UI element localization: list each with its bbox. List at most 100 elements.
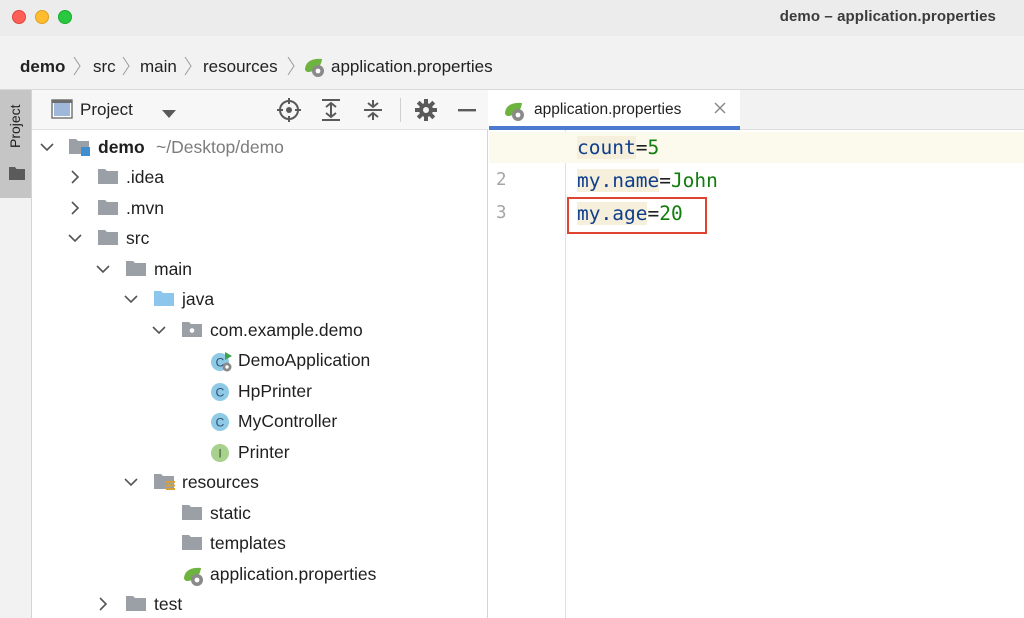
editor-tab-bar: application.properties — [489, 90, 1024, 130]
chevron-right-icon[interactable] — [96, 597, 110, 611]
zoom-window-button[interactable] — [58, 10, 72, 24]
tree-item-label: MyController — [238, 411, 338, 431]
tree-item-label: com.example.demo — [210, 320, 363, 340]
locate-icon[interactable] — [277, 98, 301, 122]
window-title: demo – application.properties — [779, 8, 996, 25]
tree-item-mvn[interactable]: .mvn — [32, 193, 488, 223]
breadcrumb-item-main[interactable]: main — [140, 57, 177, 77]
tree-item-test[interactable]: test — [32, 589, 488, 618]
tree-item-idea[interactable]: .idea — [32, 162, 488, 192]
chevron-down-icon[interactable] — [40, 140, 54, 154]
breadcrumb-separator-icon — [122, 56, 130, 76]
folder-icon — [98, 168, 118, 186]
tree-item-label: demo — [98, 137, 145, 157]
breadcrumb: demo src main resources application.prop… — [0, 36, 1024, 90]
spring-boot-class-icon: C — [210, 351, 232, 372]
project-panel: Project demo ~/Desktop/demo .idea .mvn s… — [32, 90, 488, 618]
property-value: John — [670, 169, 718, 192]
collapse-all-icon[interactable] — [361, 98, 385, 122]
tree-item-resources[interactable]: resources — [32, 467, 488, 497]
close-icon[interactable] — [713, 101, 727, 115]
property-key: count — [577, 136, 636, 159]
tab-application-properties[interactable]: application.properties — [489, 90, 740, 130]
line-number: 2 — [496, 170, 507, 190]
chevron-down-icon[interactable] — [124, 292, 138, 306]
tree-item-label: Printer — [238, 442, 290, 462]
tree-item-path: ~/Desktop/demo — [156, 137, 284, 157]
code-area[interactable]: count=5 my.name=John my.age=20 — [489, 130, 1024, 618]
property-value: 5 — [647, 136, 660, 159]
folder-icon — [126, 260, 146, 278]
tree-item-application-properties[interactable]: application.properties — [32, 559, 488, 589]
breadcrumb-item-resources[interactable]: resources — [203, 57, 278, 77]
chevron-down-icon[interactable] — [152, 323, 166, 337]
highlight-annotation-box — [567, 197, 707, 234]
gear-icon[interactable] — [414, 98, 438, 122]
line-number: 3 — [496, 203, 507, 223]
tree-item-label: resources — [182, 472, 259, 492]
close-window-button[interactable] — [12, 10, 26, 24]
spring-properties-icon — [303, 56, 327, 83]
breadcrumb-item-demo[interactable]: demo — [20, 57, 65, 77]
tree-item-demoapplication[interactable]: C DemoApplication — [32, 345, 488, 375]
tree-item-static[interactable]: static — [32, 498, 488, 528]
tree-item-label: test — [154, 594, 183, 614]
chevron-down-icon[interactable] — [124, 475, 138, 489]
tree-item-label: java — [182, 289, 215, 309]
folder-icon — [98, 199, 118, 217]
svg-text:C: C — [216, 386, 225, 400]
tree-item-package[interactable]: com.example.demo — [32, 315, 488, 345]
project-view-title[interactable]: Project — [80, 100, 133, 120]
module-folder-icon — [69, 138, 90, 156]
tree-item-label: HpPrinter — [238, 381, 312, 401]
minimize-window-button[interactable] — [35, 10, 49, 24]
chevron-down-icon[interactable] — [68, 231, 82, 245]
tree-item-main[interactable]: main — [32, 254, 488, 284]
tree-item-templates[interactable]: templates — [32, 528, 488, 558]
class-icon: C — [210, 412, 229, 431]
current-line-highlight — [489, 132, 1024, 163]
tree-item-label: templates — [210, 533, 286, 553]
expand-all-icon[interactable] — [319, 98, 343, 122]
chevron-right-icon[interactable] — [68, 201, 82, 215]
tree-item-printer[interactable]: I Printer — [32, 437, 488, 467]
project-tool-label: Project — [7, 104, 23, 148]
tree-item-src[interactable]: src — [32, 223, 488, 253]
breadcrumb-item-src[interactable]: src — [93, 57, 116, 77]
spring-properties-icon — [503, 100, 527, 127]
folder-icon — [9, 166, 25, 185]
code-line[interactable]: my.name=John — [577, 169, 718, 192]
header-divider — [400, 98, 401, 122]
project-view-icon — [51, 99, 73, 124]
tree-item-hpprinter[interactable]: C HpPrinter — [32, 376, 488, 406]
chevron-down-icon[interactable] — [96, 262, 110, 276]
hide-panel-icon[interactable] — [455, 98, 479, 122]
folder-icon — [182, 504, 202, 522]
project-panel-header: Project — [32, 90, 488, 130]
tree-item-mycontroller[interactable]: C MyController — [32, 406, 488, 436]
property-equals: = — [635, 136, 648, 159]
project-tool-window-button[interactable]: Project — [0, 90, 31, 198]
tree-item-java[interactable]: java — [32, 284, 488, 314]
tree-item-label: DemoApplication — [238, 350, 371, 370]
tree-item-label: application.properties — [210, 564, 377, 584]
chevron-down-icon[interactable] — [162, 106, 176, 124]
package-icon — [182, 321, 202, 339]
tree-item-label: .mvn — [126, 198, 164, 218]
chevron-right-icon[interactable] — [68, 170, 82, 184]
breadcrumb-separator-icon — [184, 56, 192, 76]
tree-item-label: main — [154, 259, 192, 279]
code-line[interactable]: count=5 — [577, 136, 659, 159]
tool-window-strip: Project — [0, 90, 32, 618]
tree-item-label: src — [126, 228, 150, 248]
class-icon: C — [210, 382, 229, 401]
source-folder-icon — [154, 290, 174, 308]
svg-text:C: C — [216, 416, 225, 430]
interface-icon: I — [210, 443, 229, 462]
tree-item-demo[interactable]: demo ~/Desktop/demo — [32, 132, 488, 162]
folder-icon — [126, 595, 146, 613]
breadcrumb-item-application-properties[interactable]: application.properties — [331, 57, 493, 77]
breadcrumb-separator-icon — [73, 56, 81, 76]
tab-label: application.properties — [534, 101, 682, 118]
editor: application.properties 1 2 3 count=5 my.… — [489, 90, 1024, 618]
